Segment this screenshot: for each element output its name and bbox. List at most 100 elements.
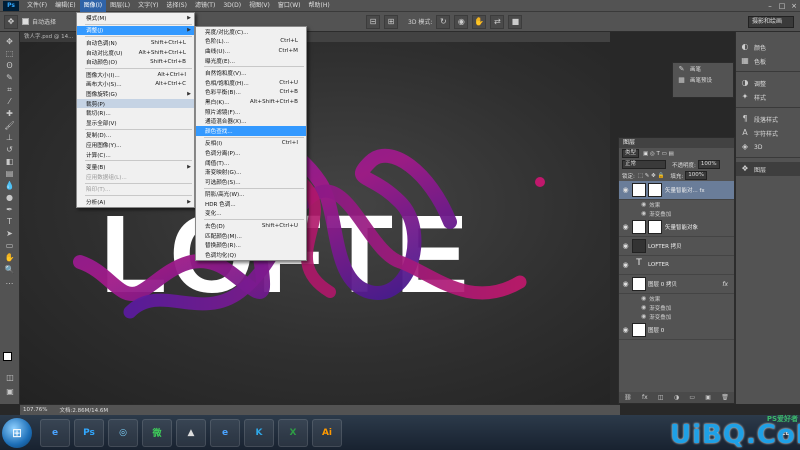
effect-eye-icon[interactable]: ◉ xyxy=(641,313,646,320)
menu-item[interactable]: 裁切(R)... xyxy=(77,108,194,118)
history-brush-tool-icon[interactable]: ↺ xyxy=(3,144,17,155)
menu-3[interactable]: 图层(L) xyxy=(106,0,134,12)
fx-icon[interactable]: fx xyxy=(642,394,648,401)
dock-character-styles[interactable]: A 字符样式 xyxy=(736,126,800,140)
menu-item[interactable]: 自然饱和度(V)... xyxy=(196,68,306,78)
path-select-tool-icon[interactable]: ➤ xyxy=(3,228,17,239)
taskbar-app-icon[interactable]: ◎ xyxy=(108,418,138,447)
menu-item[interactable]: 渐变映射(G)... xyxy=(196,167,306,177)
healing-tool-icon[interactable]: ✚ xyxy=(3,108,17,119)
brush-preset-row[interactable]: ▦ 画笔预设 xyxy=(673,74,733,85)
hand-tool-icon[interactable]: ✋ xyxy=(3,252,17,263)
menu-item[interactable]: 画布大小(S)... Alt+Ctrl+C xyxy=(77,80,194,90)
layer-effect-row[interactable]: ◉ 效果 xyxy=(619,294,734,303)
visibility-eye-icon[interactable]: ◉ xyxy=(621,242,630,250)
workspace-select[interactable]: 摄影和绘画 xyxy=(748,16,794,28)
menu-item[interactable]: 照片滤镜(F)... xyxy=(196,107,306,117)
dock-layers[interactable]: ❖ 图层 xyxy=(736,162,800,176)
taskbar-app-icon[interactable]: Ps xyxy=(74,418,104,447)
menu-item[interactable]: 裁剪(P) xyxy=(77,98,194,109)
mask-icon[interactable]: ◫ xyxy=(658,394,664,401)
menu-item[interactable]: 曲线(U)... Ctrl+M xyxy=(196,46,306,56)
dodge-tool-icon[interactable]: ● xyxy=(3,192,17,203)
menu-9[interactable]: 窗口(W) xyxy=(274,0,305,12)
3d-scale-icon[interactable]: ■ xyxy=(508,14,523,29)
menu-item[interactable]: 色阶(L)... Ctrl+L xyxy=(196,37,306,47)
menu-7[interactable]: 3D(D) xyxy=(219,0,245,12)
move-tool-icon[interactable]: ✥ xyxy=(4,14,18,29)
menu-item[interactable]: 图像大小(I)... Alt+Ctrl+I xyxy=(77,70,194,80)
menu-item[interactable]: 色调分离(P)... xyxy=(196,148,306,158)
menu-item[interactable]: 自动对比度(U) Alt+Shift+Ctrl+L xyxy=(77,48,194,58)
taskbar-app-icon[interactable]: K xyxy=(244,418,274,447)
visibility-eye-icon[interactable]: ◉ xyxy=(621,261,630,269)
menu-2[interactable]: 图像(I) xyxy=(79,0,107,12)
visibility-eye-icon[interactable]: ◉ xyxy=(621,186,630,194)
pen-tool-icon[interactable]: ✒ xyxy=(3,204,17,215)
menu-item[interactable]: 图像旋转(G) ▶ xyxy=(77,89,194,99)
3d-pan-icon[interactable]: ✋ xyxy=(472,14,487,29)
eyedropper-tool-icon[interactable]: ⁄ xyxy=(3,96,17,107)
trash-icon[interactable]: 🗑 xyxy=(721,394,729,401)
stamp-tool-icon[interactable]: ⊥ xyxy=(3,132,17,143)
visibility-eye-icon[interactable]: ◉ xyxy=(621,280,630,288)
quick-mask-icon[interactable]: ◫ xyxy=(3,372,17,383)
taskbar-app-icon[interactable]: Ai xyxy=(312,418,342,447)
3d-slide-icon[interactable]: ⇄ xyxy=(490,14,505,29)
blur-tool-icon[interactable]: 💧 xyxy=(3,180,17,191)
dock-styles[interactable]: ✦ 样式 xyxy=(736,90,800,104)
minimize-icon[interactable]: – xyxy=(764,0,776,12)
menu-item[interactable]: 调整(J) ▶ xyxy=(77,25,194,36)
effect-eye-icon[interactable]: ◉ xyxy=(641,304,646,311)
menu-6[interactable]: 滤镜(T) xyxy=(191,0,219,12)
close-icon[interactable]: × xyxy=(788,0,800,12)
dock-swatches[interactable]: ▦ 色板 xyxy=(736,54,800,68)
visibility-eye-icon[interactable]: ◉ xyxy=(621,326,630,334)
lock-icons[interactable]: ⬚ ✎ ✥ 🔒 xyxy=(638,173,665,179)
layer-mask-thumbnail[interactable] xyxy=(648,220,662,234)
taskbar-app-icon[interactable]: X xyxy=(278,418,308,447)
opacity-input[interactable]: 100% xyxy=(697,160,720,169)
menu-item[interactable]: 可选颜色(S)... xyxy=(196,177,306,187)
link-icon[interactable]: ⛓ xyxy=(624,394,632,401)
menu-item[interactable]: 应用图像(Y)... xyxy=(77,140,194,150)
3d-rotate-icon[interactable]: ↻ xyxy=(436,14,451,29)
dock-color[interactable]: ◐ 颜色 xyxy=(736,40,800,54)
menu-item[interactable]: 色彩平衡(B)... Ctrl+B xyxy=(196,88,306,98)
menu-item[interactable]: 阈值(T)... xyxy=(196,158,306,168)
menu-item[interactable]: 曝光度(E)... xyxy=(196,56,306,66)
fill-input[interactable]: 100% xyxy=(685,171,707,180)
menu-0[interactable]: 文件(F) xyxy=(23,0,51,12)
menu-item[interactable]: HDR 色调... xyxy=(196,199,306,209)
layer-mask-thumbnail[interactable] xyxy=(648,183,662,197)
menu-item[interactable]: 色调均化(Q) xyxy=(196,250,306,260)
layer-row[interactable]: ◉ 矢量智能对... fx xyxy=(619,181,734,200)
type-tool-icon[interactable]: T xyxy=(3,216,17,227)
menu-item[interactable]: 阴影/高光(W)... xyxy=(196,190,306,200)
brush-row[interactable]: ✎ 画笔 xyxy=(673,63,733,74)
menu-item[interactable]: 亮度/对比度(C)... xyxy=(196,27,306,37)
start-button[interactable]: ⊞ xyxy=(2,417,32,448)
visibility-eye-icon[interactable]: ◉ xyxy=(621,223,630,231)
menu-item[interactable]: 分析(A) ▶ xyxy=(77,197,194,207)
eraser-tool-icon[interactable]: ◧ xyxy=(3,156,17,167)
fx-badge-icon[interactable]: fx xyxy=(722,281,728,288)
taskbar-app-icon[interactable]: e xyxy=(40,418,70,447)
menu-item[interactable]: 变化... xyxy=(196,209,306,219)
quick-select-tool-icon[interactable]: ✎ xyxy=(3,72,17,83)
menu-item[interactable]: 变量(B) ▶ xyxy=(77,162,194,172)
menu-5[interactable]: 选择(S) xyxy=(162,0,191,12)
shape-tool-icon[interactable]: ▭ xyxy=(3,240,17,251)
layer-row[interactable]: ◉ 矢量智能对象 xyxy=(619,218,734,237)
menu-item[interactable]: 自动色调(N) Shift+Ctrl+L xyxy=(77,38,194,48)
layer-row[interactable]: ◉ 图层 0 拷贝 fx xyxy=(619,275,734,294)
menu-item[interactable]: 色相/饱和度(H)... Ctrl+U xyxy=(196,78,306,88)
menu-item[interactable]: 黑白(K)... Alt+Shift+Ctrl+B xyxy=(196,97,306,107)
layer-effect-row[interactable]: ◉ 渐变叠加 xyxy=(619,312,734,321)
align-icon[interactable]: ⊟ xyxy=(366,14,381,29)
crop-tool-icon[interactable]: ⌗ xyxy=(3,84,17,95)
brush-tool-icon[interactable]: 🖌 xyxy=(3,120,17,131)
layer-row[interactable]: ◉ 图层 0 xyxy=(619,321,734,340)
menu-item[interactable]: 反相(I) Ctrl+I xyxy=(196,139,306,149)
maximize-icon[interactable]: □ xyxy=(776,0,788,12)
